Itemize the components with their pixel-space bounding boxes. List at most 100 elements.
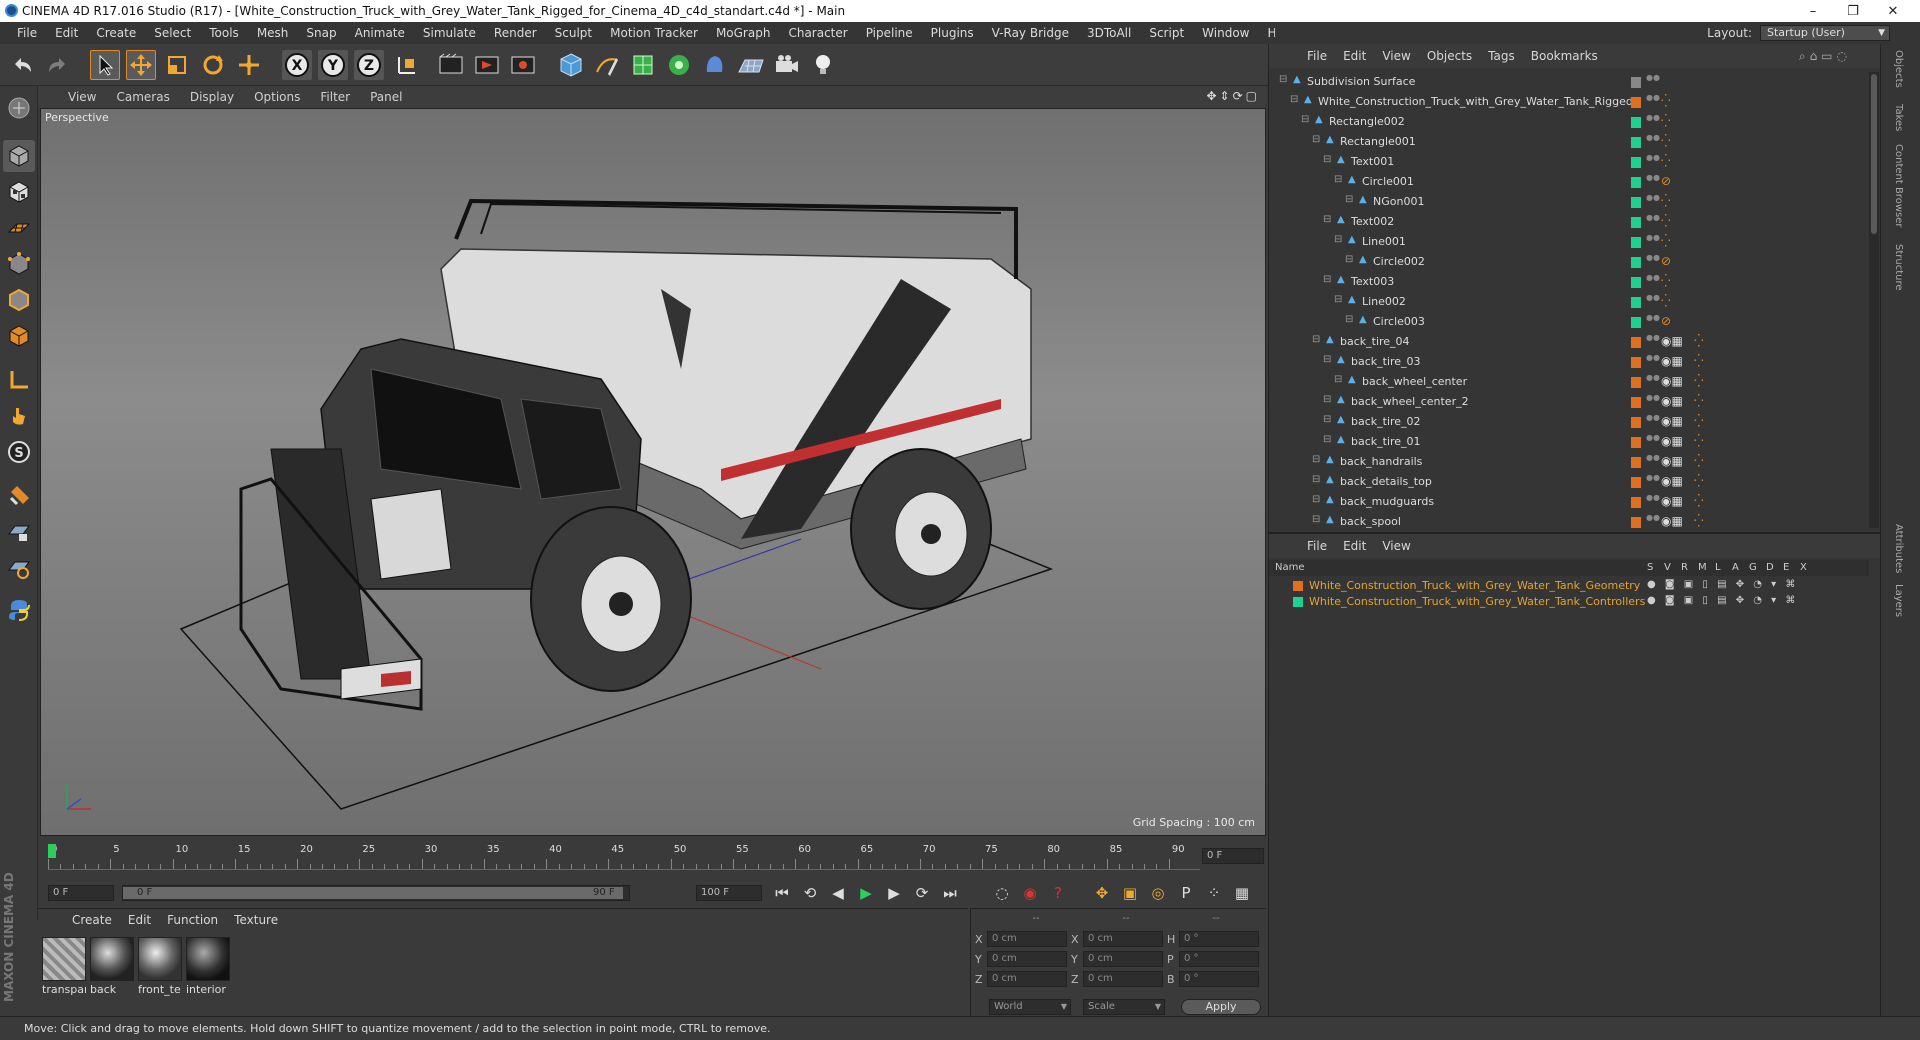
- point-key-icon[interactable]: ⁘: [1202, 882, 1226, 904]
- layer-menu-edit[interactable]: Edit: [1335, 539, 1374, 553]
- scale-dropdown[interactable]: Scale ▼: [1083, 999, 1165, 1015]
- coord-value-field[interactable]: 0 °: [1179, 971, 1259, 987]
- expand-icon[interactable]: ⊟: [1323, 354, 1331, 365]
- object-row[interactable]: ⊟ ▲ Rectangle002 ●● ⁛: [1269, 112, 1869, 132]
- visibility-dots-icon[interactable]: ●●: [1646, 414, 1660, 430]
- object-menu-edit[interactable]: Edit: [1335, 49, 1374, 63]
- texture-mode-icon[interactable]: [3, 176, 35, 208]
- live-selection-icon[interactable]: [234, 50, 264, 80]
- expand-icon[interactable]: ⊟: [1312, 334, 1320, 345]
- menu-simulate[interactable]: Simulate: [414, 26, 485, 40]
- goto-end-icon[interactable]: ⏭: [938, 882, 962, 904]
- timeline-ruler[interactable]: 051015202530354045505560657075808590 0 F: [40, 840, 1266, 878]
- object-row[interactable]: ⊟ ▲ back_wheel_center_2 ●● ◉▦ ⁛: [1269, 392, 1869, 412]
- object-row[interactable]: ⊟ ▲ Text002 ●● ⁛: [1269, 212, 1869, 232]
- rotate-key-icon[interactable]: ◎: [1146, 882, 1170, 904]
- layer-flags-icons[interactable]: ● ◙ ▣ ▯ ▤ ✥ ◔ ▾ ⌘: [1647, 595, 1798, 606]
- menu-pipeline[interactable]: Pipeline: [857, 26, 922, 40]
- visibility-dots-icon[interactable]: ●●: [1646, 174, 1660, 190]
- undo-icon[interactable]: [8, 50, 38, 80]
- expand-icon[interactable]: ⊟: [1279, 74, 1287, 85]
- coord-value-field[interactable]: 0 °: [1179, 951, 1259, 967]
- apply-button[interactable]: Apply: [1181, 999, 1261, 1015]
- visibility-dots-icon[interactable]: ●●: [1646, 354, 1660, 370]
- menu-window[interactable]: Window: [1193, 26, 1258, 40]
- object-row[interactable]: ⊟ ▲ NGon001 ●● ⁛: [1269, 192, 1869, 212]
- coordinate-system-icon[interactable]: [392, 50, 422, 80]
- material-interior[interactable]: interior: [186, 937, 230, 997]
- object-row[interactable]: ⊟ ▲ back_mudguards ●● ◉▦ ⁛: [1269, 492, 1869, 512]
- object-menu-view[interactable]: View: [1374, 49, 1418, 63]
- visibility-dots-icon[interactable]: ●●: [1646, 314, 1660, 330]
- object-row[interactable]: ⊟ ▲ back_details_top ●● ◉▦ ⁛: [1269, 472, 1869, 492]
- perspective-viewport[interactable]: Perspective Grid Spacing: 100 cm: [40, 108, 1266, 836]
- expand-icon[interactable]: ⊟: [1312, 494, 1320, 505]
- menu-v-ray-bridge[interactable]: V-Ray Bridge: [983, 26, 1078, 40]
- visibility-dots-icon[interactable]: ●●: [1646, 474, 1660, 490]
- expand-icon[interactable]: ⊟: [1323, 394, 1331, 405]
- material-menu-edit[interactable]: Edit: [120, 913, 159, 927]
- material-menu-texture[interactable]: Texture: [226, 913, 286, 927]
- locked-workplane-icon[interactable]: [3, 516, 35, 548]
- edges-mode-icon[interactable]: [3, 284, 35, 316]
- menu-edit[interactable]: Edit: [46, 26, 87, 40]
- cloner-icon[interactable]: [664, 50, 694, 80]
- viewport-menu-filter[interactable]: Filter: [310, 90, 360, 104]
- material-front-te[interactable]: front_te: [138, 937, 182, 997]
- expand-icon[interactable]: ⊟: [1345, 254, 1353, 265]
- coord-value-field[interactable]: 0 °: [1179, 931, 1259, 947]
- expand-icon[interactable]: ⊟: [1334, 174, 1342, 185]
- menu-render[interactable]: Render: [485, 26, 546, 40]
- rewind-icon[interactable]: ⟲: [798, 882, 822, 904]
- side-tab-attributes[interactable]: Attributes: [1893, 524, 1904, 573]
- visibility-dots-icon[interactable]: ●●: [1646, 274, 1660, 290]
- object-row[interactable]: ⊟ ▲ Text003 ●● ⁛: [1269, 272, 1869, 292]
- world-dropdown[interactable]: World ▼: [989, 999, 1071, 1015]
- move-key-icon[interactable]: ✥: [1090, 882, 1114, 904]
- redo-icon[interactable]: [42, 50, 72, 80]
- visibility-dots-icon[interactable]: ●●: [1646, 454, 1660, 470]
- magnet-icon[interactable]: [3, 480, 35, 512]
- expand-icon[interactable]: ⊟: [1323, 274, 1331, 285]
- menu-snap[interactable]: Snap: [297, 26, 345, 40]
- record-icon[interactable]: ◉: [1018, 882, 1042, 904]
- z-axis-icon[interactable]: Z: [354, 50, 384, 80]
- scale-key-icon[interactable]: ▣: [1118, 882, 1142, 904]
- menu-motion-tracker[interactable]: Motion Tracker: [601, 26, 707, 40]
- render-view-icon[interactable]: [436, 50, 466, 80]
- viewport-menu-options[interactable]: Options: [244, 90, 310, 104]
- deformer-icon[interactable]: [700, 50, 730, 80]
- expand-icon[interactable]: ⊟: [1334, 234, 1342, 245]
- object-row[interactable]: ⊟ ▲ back_spool ●● ◉▦ ⁛: [1269, 512, 1869, 528]
- timeline-icon[interactable]: ▦: [1230, 882, 1254, 904]
- object-menu-objects[interactable]: Objects: [1419, 49, 1480, 63]
- expand-icon[interactable]: ⊟: [1312, 514, 1320, 525]
- object-menu-tags[interactable]: Tags: [1480, 49, 1523, 63]
- visibility-dots-icon[interactable]: ●●: [1646, 74, 1660, 90]
- visibility-dots-icon[interactable]: ●●: [1646, 494, 1660, 510]
- expand-icon[interactable]: ⊟: [1312, 134, 1320, 145]
- visibility-dots-icon[interactable]: ●●: [1646, 394, 1660, 410]
- workplane-icon[interactable]: [3, 212, 35, 244]
- visibility-dots-icon[interactable]: ●●: [1646, 254, 1660, 270]
- expand-icon[interactable]: ⊟: [1323, 154, 1331, 165]
- menu-plugins[interactable]: Plugins: [922, 26, 983, 40]
- object-row[interactable]: ⊟ ▲ White_Construction_Truck_with_Grey_Wat…: [1269, 92, 1869, 112]
- range-slider[interactable]: 0 F 90 F: [122, 885, 630, 901]
- keyframe-icon[interactable]: ◌: [990, 882, 1014, 904]
- x-axis-icon[interactable]: X: [282, 50, 312, 80]
- layout-select[interactable]: Startup (User) ▼: [1760, 25, 1890, 41]
- python-icon[interactable]: [3, 594, 35, 626]
- expand-icon[interactable]: ⊟: [1312, 474, 1320, 485]
- visibility-dots-icon[interactable]: ●●: [1646, 514, 1660, 528]
- loop-icon[interactable]: ⟳: [910, 882, 934, 904]
- object-row[interactable]: ⊟ ▲ back_tire_02 ●● ◉▦ ⁛: [1269, 412, 1869, 432]
- material-transpar[interactable]: transpar: [42, 937, 86, 997]
- menu-mesh[interactable]: Mesh: [248, 26, 298, 40]
- camera-icon[interactable]: [772, 50, 802, 80]
- axis-mode-icon[interactable]: [3, 364, 35, 396]
- menu-character[interactable]: Character: [779, 26, 856, 40]
- object-toolbar-icons[interactable]: ⌕⌂▭◌: [1799, 49, 1851, 64]
- polygons-mode-icon[interactable]: [3, 320, 35, 352]
- scale-icon[interactable]: [162, 50, 192, 80]
